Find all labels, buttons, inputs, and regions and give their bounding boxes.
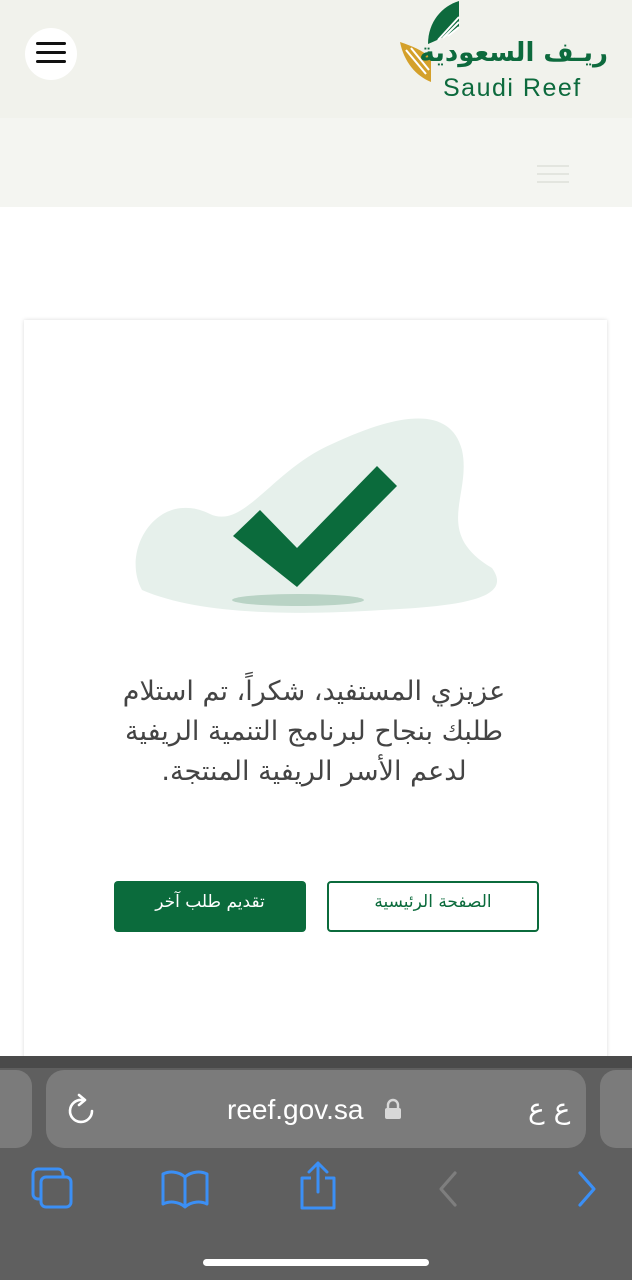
submit-another-request-button[interactable]: تقديم طلب آخر [114,881,306,932]
home-page-button[interactable]: الصفحة الرئيسية [327,881,539,932]
confirmation-message: عزيزي المستفيد، شكراً، تم استلام طلبك بن… [64,672,564,792]
logo-arabic-text: ريـف السعودية [419,38,608,68]
logo-english-text: Saudi Reef [443,74,582,102]
sub-header-bar [0,118,632,207]
site-header: ريـف السعودية Saudi Reef [0,0,632,118]
browser-toolbar: reef.gov.sa ع ع [0,1056,632,1280]
message-line: لدعم الأسر الريفية المنتجة. [161,756,467,787]
bookmarks-icon[interactable] [160,1168,210,1210]
home-indicator [203,1259,429,1266]
forward-icon[interactable] [574,1170,598,1208]
message-line: طلبك بنجاح لبرنامج التنمية الريفية [125,716,503,747]
success-illustration [135,418,497,613]
address-bar[interactable]: reef.gov.sa ع ع [46,1070,586,1148]
menu-button[interactable] [25,28,77,80]
hamburger-menu-icon [36,42,66,45]
reload-icon[interactable] [66,1092,98,1126]
next-tab-preview[interactable] [600,1070,632,1148]
lock-icon [385,1098,401,1119]
faint-menu-icon [537,165,569,189]
back-icon[interactable] [437,1170,461,1208]
tabs-icon[interactable] [30,1166,74,1210]
confirmation-card: عزيزي المستفيد، شكراً، تم استلام طلبك بن… [24,320,607,1060]
previous-tab-preview[interactable] [0,1070,32,1148]
share-icon[interactable] [297,1160,339,1212]
page-settings-button[interactable]: ع ع [528,1092,570,1125]
url-text: reef.gov.sa [227,1094,364,1125]
message-line: عزيزي المستفيد، شكراً، تم استلام [122,676,506,707]
